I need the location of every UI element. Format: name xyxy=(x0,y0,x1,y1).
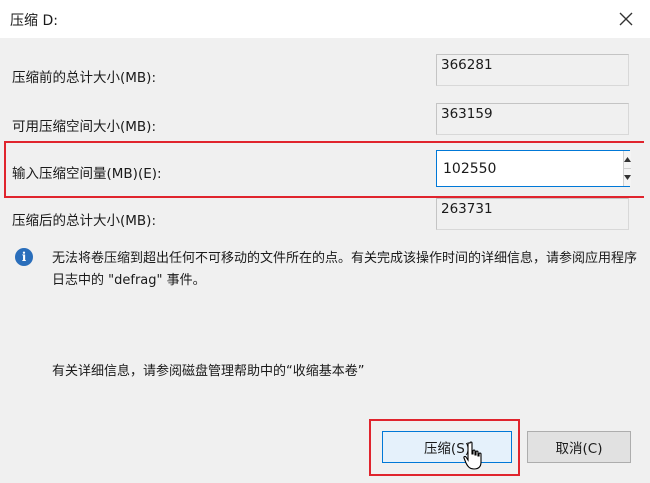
info-message: 无法将卷压缩到超出任何不可移动的文件所在的点。有关完成该操作时间的详细信息，请参… xyxy=(52,251,638,288)
help-text: 有关详细信息，请参阅磁盘管理帮助中的“收缩基本卷” xyxy=(52,364,365,379)
available-space-label: 可用压缩空间大小(MB): xyxy=(12,119,156,135)
total-after-value: 263731 xyxy=(436,198,629,230)
spin-up-button[interactable] xyxy=(624,151,631,169)
close-button[interactable] xyxy=(610,4,642,34)
shrink-button[interactable]: 压缩(S) xyxy=(382,431,512,463)
total-before-label: 压缩前的总计大小(MB): xyxy=(12,70,156,86)
shrink-amount-spinbox[interactable] xyxy=(436,150,631,187)
window-edge xyxy=(644,38,650,483)
total-after-label: 压缩后的总计大小(MB): xyxy=(12,213,156,229)
window-title: 压缩 D: xyxy=(10,13,58,29)
triangle-down-icon xyxy=(624,175,631,180)
spin-down-button[interactable] xyxy=(624,169,631,186)
available-space-value: 363159 xyxy=(436,103,629,135)
title-bar: 压缩 D: xyxy=(0,0,650,38)
cancel-button[interactable]: 取消(C) xyxy=(527,431,631,463)
shrink-amount-label: 输入压缩空间量(MB)(E): xyxy=(12,166,162,182)
shrink-dialog: 压缩 D: 压缩前的总计大小(MB): 366281 可用压缩空间大小(MB):… xyxy=(0,0,650,483)
total-before-value: 366281 xyxy=(436,54,629,86)
spin-buttons xyxy=(623,151,631,186)
triangle-up-icon xyxy=(624,157,631,162)
info-icon: i xyxy=(15,248,33,266)
shrink-amount-input[interactable] xyxy=(437,151,623,186)
close-icon xyxy=(619,12,633,26)
